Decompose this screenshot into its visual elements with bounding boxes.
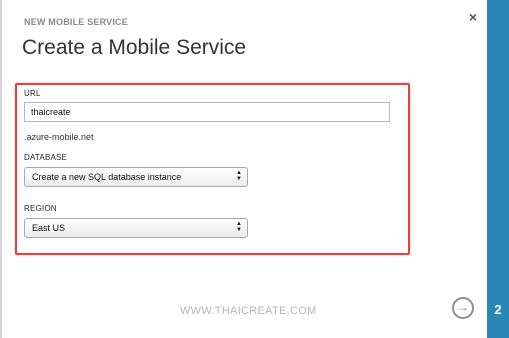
dialog-eyebrow: NEW MOBILE SERVICE (24, 17, 128, 27)
arrow-right-icon: → (457, 300, 469, 314)
page-title: Create a Mobile Service (22, 36, 247, 59)
database-select[interactable]: Create a new SQL database instance ▲ ▼ (24, 167, 248, 187)
next-arrow-button[interactable]: → (452, 297, 474, 319)
dialog-panel: NEW MOBILE SERVICE Create a Mobile Servi… (2, 0, 487, 338)
step-side-panel: 2 (487, 0, 509, 338)
step-number: 2 (494, 302, 502, 317)
region-select[interactable]: East US ▲ ▼ (24, 218, 248, 238)
close-icon[interactable]: × (464, 8, 482, 26)
url-input[interactable] (24, 102, 390, 122)
url-label: URL (24, 89, 41, 98)
region-label: REGION (24, 204, 57, 213)
database-selected-value: Create a new SQL database instance (32, 172, 182, 182)
url-suffix: .azure-mobile.net (24, 132, 94, 142)
watermark: WWW.THAICREATE.COM (180, 305, 317, 317)
select-arrows-icon: ▲ ▼ (236, 170, 242, 182)
database-label: DATABASE (24, 153, 68, 162)
select-arrows-icon: ▲ ▼ (236, 221, 242, 233)
region-selected-value: East US (32, 223, 66, 233)
